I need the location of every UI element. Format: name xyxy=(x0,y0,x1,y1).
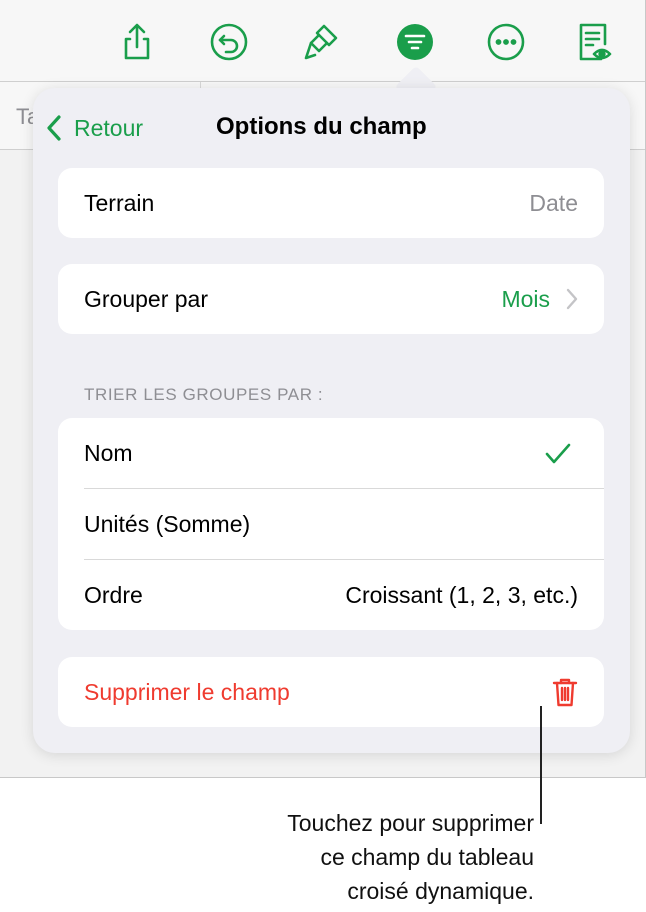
sort-option-name[interactable]: Nom xyxy=(58,418,604,489)
chevron-right-icon xyxy=(566,288,578,310)
group-by-card: Grouper par Mois xyxy=(58,264,604,334)
sort-option-label: Unités (Somme) xyxy=(84,511,251,537)
callout-line-2: ce champ du tableau xyxy=(320,844,534,870)
callout-text: Touchez pour supprimer ce champ du table… xyxy=(200,806,534,908)
format-brush-icon[interactable] xyxy=(302,22,342,62)
checkmark-icon xyxy=(545,443,571,463)
organize-icon[interactable] xyxy=(395,22,435,62)
undo-icon[interactable] xyxy=(209,22,249,62)
group-by-value: Mois xyxy=(501,285,550,312)
field-label: Terrain xyxy=(84,189,155,216)
group-by-label: Grouper par xyxy=(84,285,209,312)
callout-line xyxy=(540,706,542,824)
trash-icon[interactable] xyxy=(552,677,578,707)
sort-order-row[interactable]: Ordre Croissant (1, 2, 3, etc.) xyxy=(58,560,604,630)
callout-line-1: Touchez pour supprimer xyxy=(287,810,534,836)
field-row: Terrain Date xyxy=(58,168,604,238)
chevron-left-icon xyxy=(47,115,61,141)
back-button[interactable]: Retour xyxy=(46,113,143,143)
field-value: Date xyxy=(529,189,578,216)
group-by-row[interactable]: Grouper par Mois xyxy=(58,264,604,334)
popover-title: Options du champ xyxy=(216,113,427,140)
share-icon[interactable] xyxy=(117,22,157,62)
toolbar xyxy=(0,0,645,82)
sort-option-label: Nom xyxy=(84,440,133,466)
sort-card: Nom Unités (Somme) Ordre Croissant (1, 2… xyxy=(58,418,604,630)
delete-card: Supprimer le champ xyxy=(58,657,604,727)
field-card: Terrain Date xyxy=(58,168,604,238)
sort-order-label: Ordre xyxy=(84,581,143,608)
sort-option-units[interactable]: Unités (Somme) xyxy=(58,489,604,560)
sort-order-value: Croissant (1, 2, 3, etc.) xyxy=(345,581,578,608)
delete-field-button[interactable]: Supprimer le champ xyxy=(58,657,604,727)
sort-section-header: TRIER LES GROUPES PAR : xyxy=(84,385,324,404)
back-label: Retour xyxy=(74,114,144,141)
delete-field-label: Supprimer le champ xyxy=(84,678,290,705)
callout-line-3: croisé dynamique. xyxy=(347,878,534,904)
reading-view-icon[interactable] xyxy=(575,22,615,62)
more-icon[interactable] xyxy=(486,22,526,62)
